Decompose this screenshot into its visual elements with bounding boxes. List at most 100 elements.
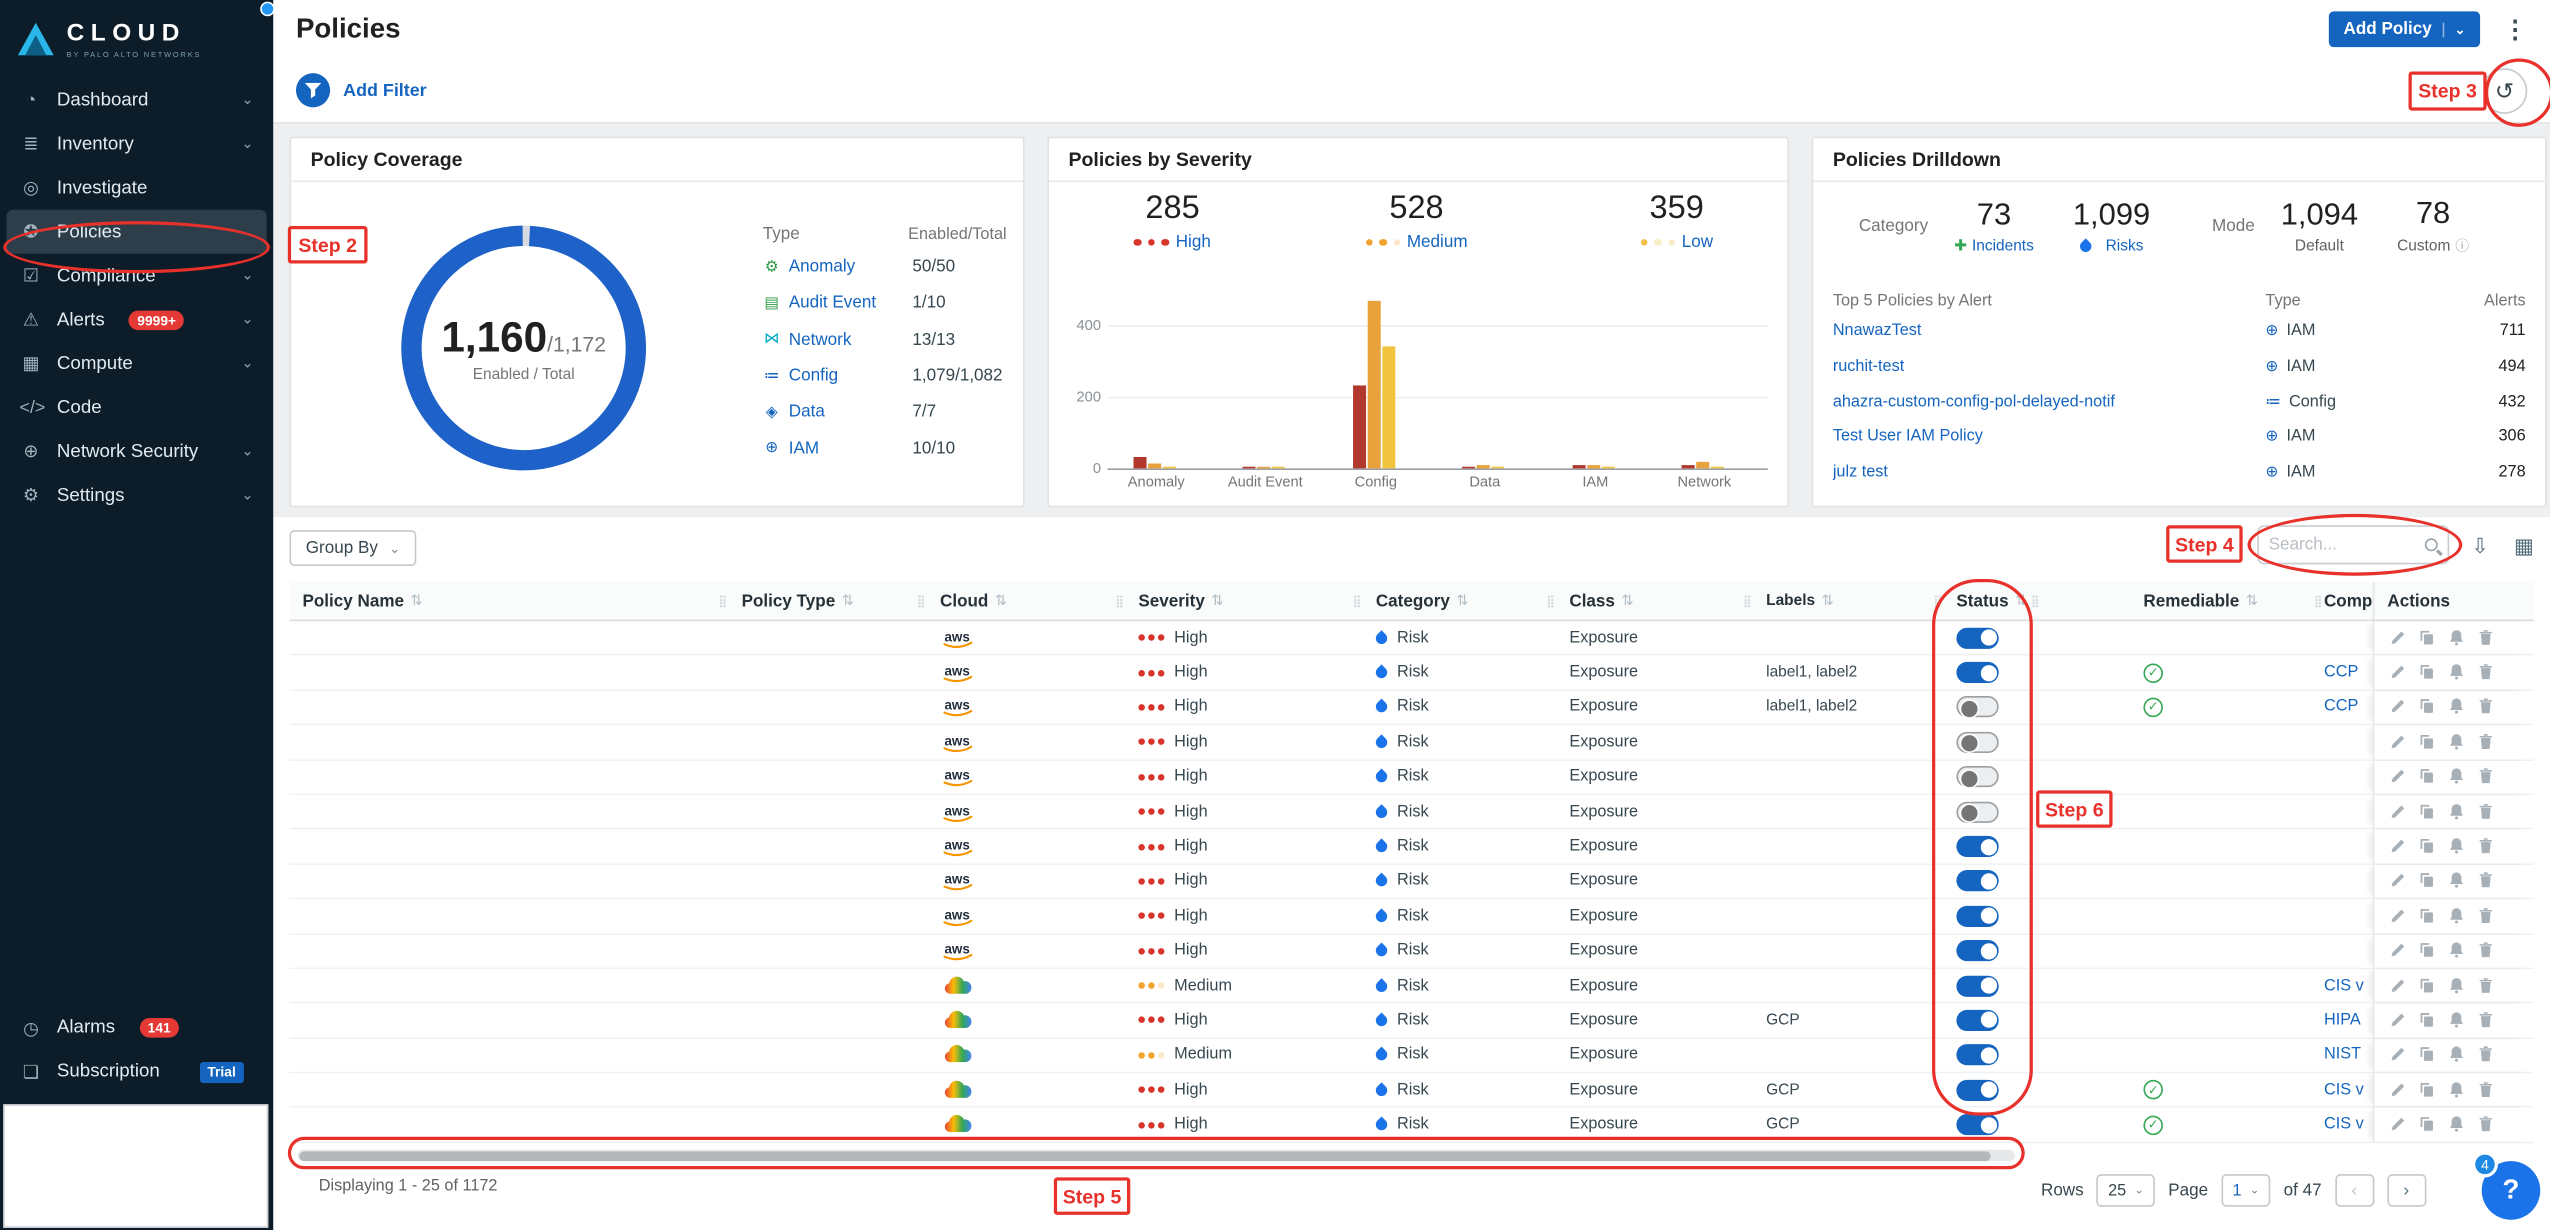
status-toggle[interactable]	[1956, 870, 1999, 892]
alert-rule-button[interactable]	[2446, 766, 2466, 787]
search-input[interactable]	[2268, 535, 2425, 555]
column-resize-handle[interactable]: ⣿	[2031, 594, 2039, 607]
status-toggle[interactable]	[1956, 835, 1999, 858]
delete-button[interactable]	[2475, 1114, 2495, 1135]
table-row[interactable]: High Risk Exposure	[289, 725, 2534, 761]
clone-button[interactable]	[2417, 1079, 2437, 1100]
status-toggle[interactable]	[1956, 1079, 1999, 1101]
table-row[interactable]: High Risk Exposure label1, label2 ✓ CCP	[289, 690, 2534, 726]
delete-button[interactable]	[2475, 1079, 2495, 1100]
next-page-button[interactable]: ›	[2386, 1174, 2426, 1207]
clone-button[interactable]	[2417, 662, 2437, 683]
sidebar-item-alerts[interactable]: ⚠ Alerts 9999+ ⌄	[0, 298, 273, 342]
column-resize-handle[interactable]: ⣿	[719, 594, 727, 607]
alert-rule-button[interactable]	[2446, 1079, 2466, 1100]
sidebar-item-inventory[interactable]: ≣ Inventory ⌄	[0, 122, 273, 166]
coverage-type-link[interactable]: ⋈ Network	[763, 330, 913, 350]
reset-filters-button[interactable]: ↺	[2481, 67, 2528, 114]
status-toggle[interactable]	[1956, 1044, 1999, 1066]
edit-button[interactable]	[2387, 662, 2407, 683]
delete-button[interactable]	[2475, 662, 2495, 683]
delete-button[interactable]	[2475, 836, 2495, 857]
status-toggle[interactable]	[1956, 801, 1999, 824]
edit-button[interactable]	[2387, 697, 2407, 718]
column-header-remediable[interactable]: Remediable ⇅ ⣿	[2117, 582, 2324, 619]
table-row[interactable]: High Risk Exposure label1, label2 ✓ CCP	[289, 656, 2534, 691]
edit-button[interactable]	[2387, 627, 2407, 648]
coverage-type-link[interactable]: ◈ Data	[763, 402, 913, 422]
severity-filter-link[interactable]: High	[1176, 233, 1211, 253]
column-header-cloud[interactable]: Cloud ⇅ ⣿	[927, 582, 1125, 619]
download-button[interactable]: ⇩	[2462, 529, 2498, 565]
column-resize-handle[interactable]: ⣿	[2314, 594, 2322, 607]
compliance-link[interactable]: CIS v	[2324, 977, 2364, 995]
delete-button[interactable]	[2475, 871, 2495, 892]
clone-button[interactable]	[2417, 801, 2437, 822]
edit-button[interactable]	[2387, 1045, 2407, 1066]
delete-button[interactable]	[2475, 975, 2495, 996]
table-row[interactable]: High Risk Exposure	[289, 829, 2534, 865]
edit-button[interactable]	[2387, 871, 2407, 892]
status-toggle[interactable]	[1956, 627, 1999, 649]
compliance-link[interactable]: NIST	[2324, 1046, 2361, 1064]
delete-button[interactable]	[2475, 697, 2495, 718]
compliance-link[interactable]: CCP	[2324, 664, 2358, 682]
delete-button[interactable]	[2475, 1010, 2495, 1031]
table-row[interactable]: High Risk Exposure GCP HIPA	[289, 1003, 2534, 1039]
coverage-type-link[interactable]: ▤ Audit Event	[763, 293, 913, 313]
sidebar-item-network-security[interactable]: ⊕ Network Security ⌄	[0, 429, 273, 473]
column-header-category[interactable]: Category ⇅ ⣿	[1363, 582, 1557, 619]
sidebar-item-compute[interactable]: ▦ Compute ⌄	[0, 342, 273, 386]
coverage-type-link[interactable]: ⊕ IAM	[763, 438, 913, 458]
column-header-class[interactable]: Class ⇅ ⣿	[1556, 582, 1753, 619]
alert-rule-button[interactable]	[2446, 697, 2466, 718]
sidebar-item-alarms[interactable]: ◷ Alarms 141	[0, 1006, 273, 1050]
sidebar-item-settings[interactable]: ⚙ Settings ⌄	[0, 473, 273, 517]
table-row[interactable]: Medium Risk Exposure CIS v	[289, 969, 2534, 1004]
table-row[interactable]: High Risk Exposure GCP ✓ CIS v	[289, 1108, 2534, 1144]
clone-button[interactable]	[2417, 1114, 2437, 1135]
clone-button[interactable]	[2417, 940, 2437, 961]
prev-page-button[interactable]: ‹	[2334, 1174, 2374, 1207]
kebab-menu-button[interactable]: ⋮	[2503, 15, 2527, 44]
alert-rule-button[interactable]	[2446, 871, 2466, 892]
policy-name-link[interactable]: ahazra-custom-config-pol-delayed-notif	[1833, 393, 2266, 411]
clone-button[interactable]	[2417, 871, 2437, 892]
clone-button[interactable]	[2417, 697, 2437, 718]
sidebar-item-subscription[interactable]: ❏ Subscription Trial	[0, 1050, 273, 1094]
column-resize-handle[interactable]: ⣿	[1353, 594, 1361, 607]
status-toggle[interactable]	[1956, 696, 1999, 719]
alert-rule-button[interactable]	[2446, 906, 2466, 927]
incidents-link[interactable]: Incidents	[1972, 237, 2034, 255]
risks-link[interactable]: Risks	[2106, 237, 2144, 255]
column-header-severity[interactable]: Severity ⇅ ⣿	[1125, 582, 1362, 619]
policy-name-link[interactable]: NnawazTest	[1833, 323, 2266, 341]
table-row[interactable]: High Risk Exposure	[289, 864, 2534, 900]
severity-filter-link[interactable]: Medium	[1407, 233, 1468, 253]
clone-button[interactable]	[2417, 1010, 2437, 1031]
compliance-link[interactable]: CCP	[2324, 698, 2358, 716]
clone-button[interactable]	[2417, 836, 2437, 857]
table-row[interactable]: Medium Risk Exposure NIST	[289, 1038, 2534, 1074]
column-resize-handle[interactable]: ⣿	[1743, 594, 1751, 607]
table-row[interactable]: High Risk Exposure	[289, 795, 2534, 830]
column-resize-handle[interactable]: ⣿	[917, 594, 925, 607]
delete-button[interactable]	[2475, 732, 2495, 753]
sidebar-item-investigate[interactable]: ◎ Investigate	[0, 166, 273, 210]
table-row[interactable]: High Risk Exposure	[289, 760, 2534, 796]
clone-button[interactable]	[2417, 906, 2437, 927]
policy-name-link[interactable]: Test User IAM Policy	[1833, 428, 2266, 446]
alert-rule-button[interactable]	[2446, 975, 2466, 996]
horizontal-scrollbar[interactable]	[297, 1149, 2015, 1162]
sidebar-item-dashboard[interactable]: ◔ Dashboard ⌄	[0, 78, 273, 122]
sidebar-item-policies[interactable]: ✪ Policies	[6, 209, 267, 254]
compliance-link[interactable]: CIS v	[2324, 1081, 2364, 1099]
column-header-status[interactable]: Status ⇅ ⣿	[1943, 582, 2041, 619]
status-toggle[interactable]	[1956, 975, 1999, 997]
column-header-comp[interactable]: Comp	[2324, 582, 2373, 619]
edit-button[interactable]	[2387, 906, 2407, 927]
delete-button[interactable]	[2475, 940, 2495, 961]
policy-name-link[interactable]: ruchit-test	[1833, 358, 2266, 376]
status-toggle[interactable]	[1956, 1114, 1999, 1136]
table-row[interactable]: High Risk Exposure	[289, 934, 2534, 970]
